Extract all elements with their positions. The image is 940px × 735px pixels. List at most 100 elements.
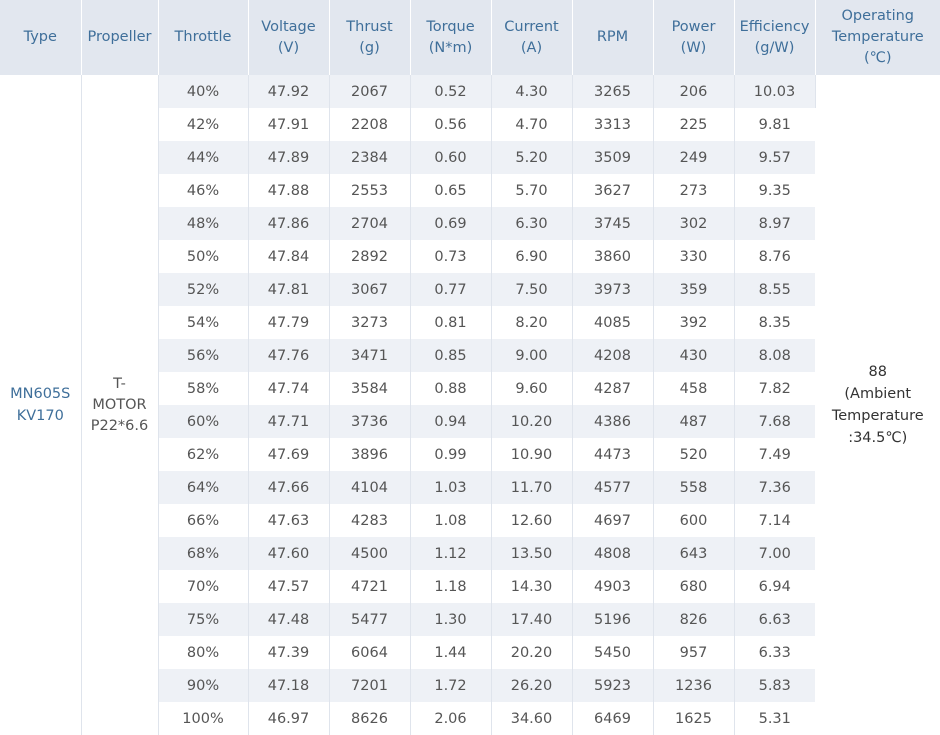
efficiency-cell: 10.03 bbox=[734, 75, 816, 108]
voltage-cell: 47.76 bbox=[248, 339, 330, 372]
efficiency-cell: 8.08 bbox=[734, 339, 815, 372]
thrust-cell: 2208 bbox=[329, 108, 411, 141]
torque-cell: 1.30 bbox=[410, 603, 492, 636]
thrust-cell: 3067 bbox=[329, 273, 411, 306]
throttle-cell: 62% bbox=[158, 438, 249, 471]
current-cell: 4.30 bbox=[491, 75, 573, 108]
voltage-cell: 47.63 bbox=[248, 504, 330, 537]
thrust-cell: 3584 bbox=[329, 372, 411, 405]
efficiency-cell: 7.49 bbox=[734, 438, 815, 471]
power-cell: 680 bbox=[653, 570, 735, 603]
voltage-cell: 47.79 bbox=[248, 306, 330, 339]
motor-type-cell: MN605S KV170 bbox=[0, 75, 82, 735]
throttle-cell: 80% bbox=[158, 636, 249, 669]
torque-cell: 0.69 bbox=[410, 207, 492, 240]
power-cell: 392 bbox=[653, 306, 735, 339]
voltage-cell: 47.57 bbox=[248, 570, 330, 603]
current-cell: 10.90 bbox=[491, 438, 573, 471]
header-propeller: Propeller bbox=[81, 0, 159, 75]
efficiency-cell: 5.31 bbox=[734, 702, 815, 735]
rpm-cell: 3265 bbox=[572, 75, 654, 108]
table-row: MN605S KV170 T- MOTOR P22*6.6 40% 47.92 2067 0.5… bbox=[0, 75, 940, 735]
torque-cell: 0.60 bbox=[410, 141, 492, 174]
thrust-cell: 2892 bbox=[329, 240, 411, 273]
header-voltage: Voltage (V) bbox=[248, 0, 330, 75]
voltage-cell: 47.88 bbox=[248, 174, 330, 207]
current-cell: 20.20 bbox=[491, 636, 573, 669]
current-cell: 13.50 bbox=[491, 537, 573, 570]
current-cell: 34.60 bbox=[491, 702, 573, 735]
efficiency-cell: 7.14 bbox=[734, 504, 815, 537]
current-cell: 7.50 bbox=[491, 273, 573, 306]
voltage-cell: 47.69 bbox=[248, 438, 330, 471]
motor-test-data-table: Type Propeller Throttle Voltage (V) Thru… bbox=[0, 0, 940, 735]
rpm-cell: 5450 bbox=[572, 636, 654, 669]
torque-cell: 1.03 bbox=[410, 471, 492, 504]
current-cell: 6.90 bbox=[491, 240, 573, 273]
torque-cell: 0.65 bbox=[410, 174, 492, 207]
voltage-cell: 47.86 bbox=[248, 207, 330, 240]
thrust-cell: 3896 bbox=[329, 438, 411, 471]
efficiency-cell: 8.35 bbox=[734, 306, 815, 339]
rpm-cell: 4577 bbox=[572, 471, 654, 504]
torque-cell: 1.12 bbox=[410, 537, 492, 570]
efficiency-cell: 8.76 bbox=[734, 240, 815, 273]
voltage-cell: 47.71 bbox=[248, 405, 330, 438]
power-cell: 206 bbox=[653, 75, 735, 108]
rpm-cell: 4697 bbox=[572, 504, 654, 537]
power-cell: 225 bbox=[653, 108, 735, 141]
torque-cell: 0.88 bbox=[410, 372, 492, 405]
throttle-cell: 64% bbox=[158, 471, 249, 504]
rpm-cell: 4085 bbox=[572, 306, 654, 339]
throttle-cell: 70% bbox=[158, 570, 249, 603]
header-rpm: RPM bbox=[572, 0, 654, 75]
header-row: Type Propeller Throttle Voltage (V) Thru… bbox=[0, 0, 940, 75]
voltage-cell: 47.74 bbox=[248, 372, 330, 405]
current-cell: 9.00 bbox=[491, 339, 573, 372]
torque-cell: 2.06 bbox=[410, 702, 492, 735]
throttle-cell: 66% bbox=[158, 504, 249, 537]
efficiency-cell: 9.81 bbox=[734, 108, 815, 141]
voltage-cell: 47.48 bbox=[248, 603, 330, 636]
current-cell: 5.70 bbox=[491, 174, 573, 207]
current-cell: 14.30 bbox=[491, 570, 573, 603]
throttle-cell: 48% bbox=[158, 207, 249, 240]
throttle-cell: 54% bbox=[158, 306, 249, 339]
rpm-cell: 3627 bbox=[572, 174, 654, 207]
rpm-cell: 3973 bbox=[572, 273, 654, 306]
throttle-cell: 52% bbox=[158, 273, 249, 306]
power-cell: 1236 bbox=[653, 669, 735, 702]
thrust-cell: 4500 bbox=[329, 537, 411, 570]
current-cell: 9.60 bbox=[491, 372, 573, 405]
current-cell: 6.30 bbox=[491, 207, 573, 240]
efficiency-cell: 7.00 bbox=[734, 537, 815, 570]
torque-cell: 0.52 bbox=[410, 75, 492, 108]
current-cell: 10.20 bbox=[491, 405, 573, 438]
thrust-cell: 6064 bbox=[329, 636, 411, 669]
torque-cell: 1.18 bbox=[410, 570, 492, 603]
rpm-cell: 5923 bbox=[572, 669, 654, 702]
voltage-cell: 47.89 bbox=[248, 141, 330, 174]
torque-cell: 0.85 bbox=[410, 339, 492, 372]
thrust-cell: 3273 bbox=[329, 306, 411, 339]
power-cell: 359 bbox=[653, 273, 735, 306]
thrust-cell: 5477 bbox=[329, 603, 411, 636]
header-current: Current (A) bbox=[491, 0, 573, 75]
power-cell: 273 bbox=[653, 174, 735, 207]
efficiency-cell: 6.94 bbox=[734, 570, 815, 603]
power-cell: 249 bbox=[653, 141, 735, 174]
throttle-cell: 68% bbox=[158, 537, 249, 570]
rpm-cell: 3745 bbox=[572, 207, 654, 240]
throttle-cell: 50% bbox=[158, 240, 249, 273]
rpm-cell: 4473 bbox=[572, 438, 654, 471]
thrust-cell: 2704 bbox=[329, 207, 411, 240]
efficiency-cell: 7.36 bbox=[734, 471, 815, 504]
torque-cell: 0.77 bbox=[410, 273, 492, 306]
throttle-cell: 44% bbox=[158, 141, 249, 174]
efficiency-cell: 7.68 bbox=[734, 405, 815, 438]
throttle-cell: 40% bbox=[158, 75, 249, 108]
thrust-cell: 3471 bbox=[329, 339, 411, 372]
torque-cell: 0.73 bbox=[410, 240, 492, 273]
power-cell: 430 bbox=[653, 339, 735, 372]
power-cell: 826 bbox=[653, 603, 735, 636]
